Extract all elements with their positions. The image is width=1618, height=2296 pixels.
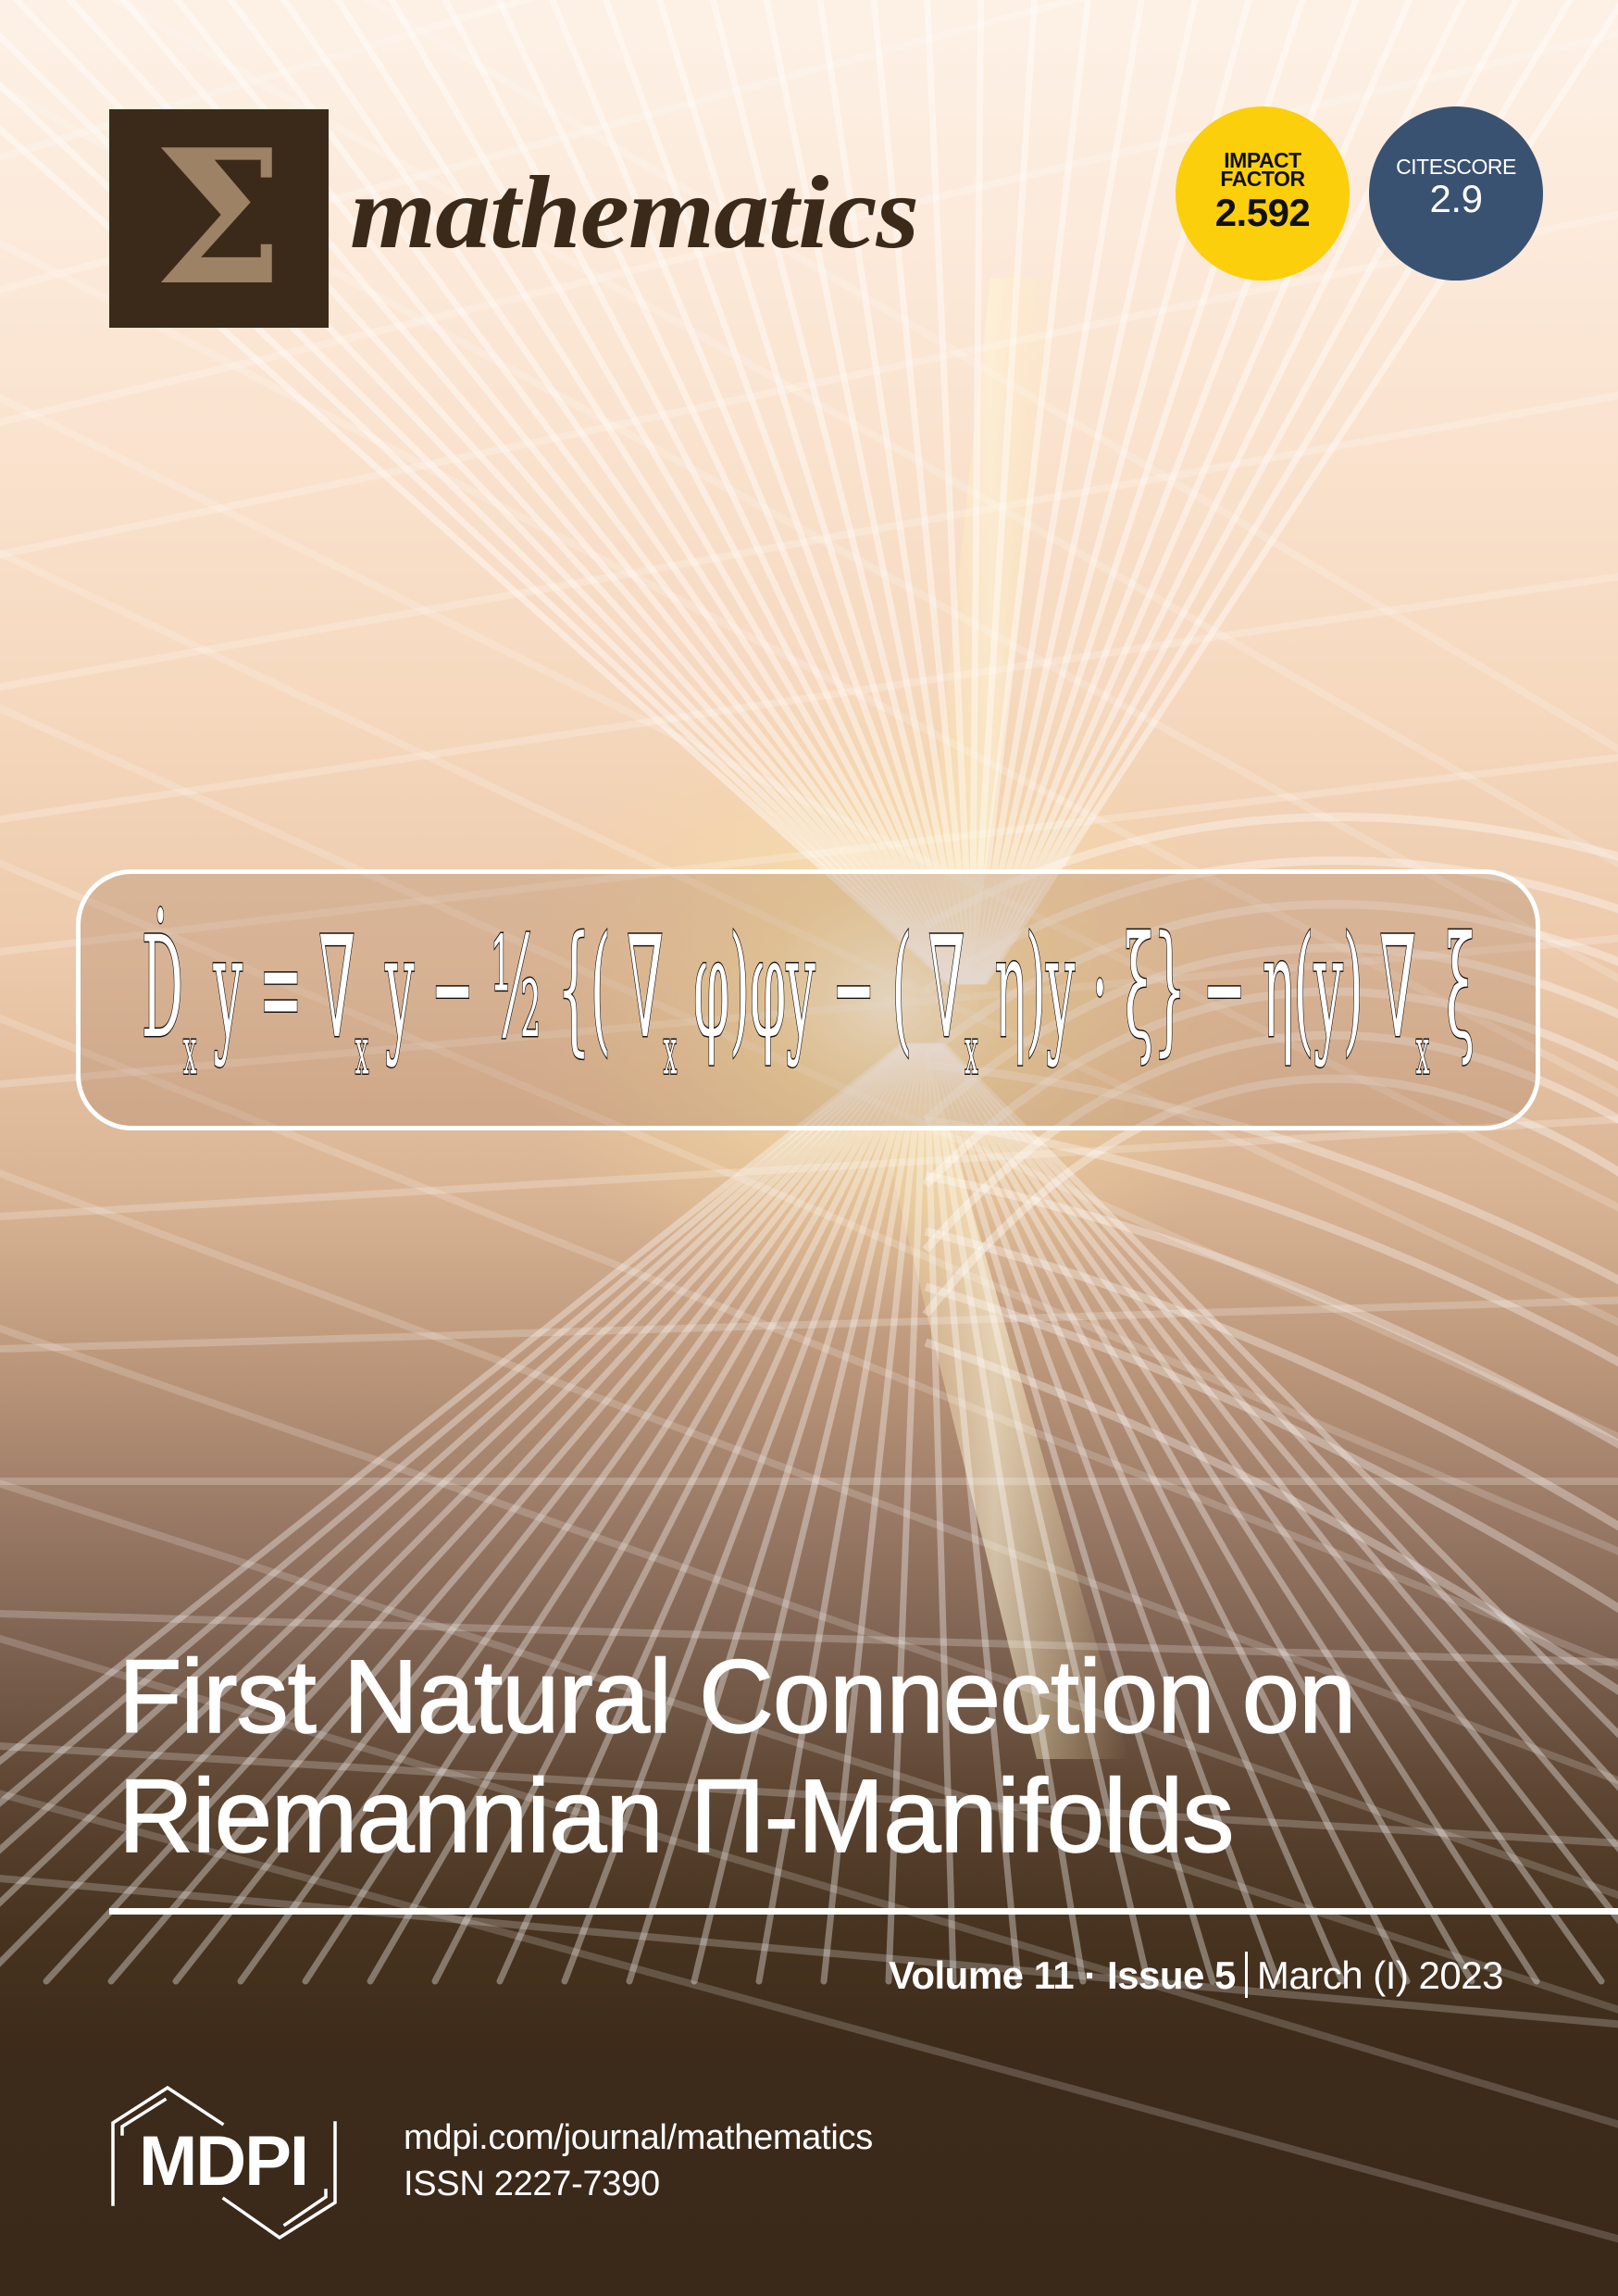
formula-glyph: − <box>815 905 876 1068</box>
formula-subscript: x <box>1416 1015 1430 1090</box>
mdpi-logo-text: MDPI <box>139 2122 309 2201</box>
article-title-line-2: Riemannian Π-Manifolds <box>118 1757 1235 1875</box>
formula-glyph: ∇ <box>303 905 355 1068</box>
formula-glyph: − <box>1186 905 1246 1068</box>
issue-info: Volume 11 · Issue 5 March (I) 2023 <box>889 1942 1504 1998</box>
formula-glyph: ∇ <box>611 905 664 1068</box>
journal-url[interactable]: mdpi.com/journal/mathematics <box>404 2115 873 2160</box>
pipe-separator <box>1244 1952 1248 1998</box>
formula-glyph: = <box>243 905 303 1068</box>
journal-logo: Σ <box>109 109 329 328</box>
formula-text: Ḋx y = ∇x y − ½ {( ∇x φ)φy − ( ∇x η)y · … <box>142 905 1475 1089</box>
divider-rule <box>109 1908 1618 1915</box>
formula-glyph: y <box>197 905 243 1068</box>
formula-glyph: ∇ <box>1363 905 1416 1068</box>
formula-glyph: {( <box>541 905 610 1068</box>
citescore-badge: CITESCORE 2.9 <box>1369 106 1543 281</box>
formula-subscript: x <box>965 1015 978 1090</box>
issue-date: March (I) 2023 <box>1256 1953 1504 1997</box>
formula-subscript: x <box>355 1015 369 1090</box>
citescore-label: CITESCORE <box>1396 155 1516 179</box>
bullet-separator: · <box>1074 1952 1107 2000</box>
impact-factor-label-2: FACTOR <box>1220 167 1305 191</box>
formula-glyph: ξ} <box>1108 905 1186 1068</box>
article-title-line-1: First Natural Connection on <box>118 1638 1357 1755</box>
string-art-line <box>334 0 963 985</box>
formula-glyph: ∇ <box>912 905 965 1068</box>
formula-glyph: y <box>368 905 415 1068</box>
article-title: First Natural Connection on Riemannian Π… <box>118 1637 1581 1876</box>
formula-glyph: η(y) <box>1246 905 1363 1068</box>
issue-label: Issue 5 <box>1106 1953 1236 1997</box>
formula-glyph: · <box>1076 905 1109 1068</box>
formula-subscript: x <box>183 1015 197 1090</box>
citescore-value: 2.9 <box>1429 177 1483 220</box>
string-art-line <box>442 0 965 985</box>
formula-glyph: − <box>415 905 475 1068</box>
formula-glyph: Ḋ <box>142 905 183 1068</box>
formula-glyph: ( <box>876 905 913 1068</box>
formula-subscript: x <box>664 1015 678 1090</box>
formula-glyph: φ)φy <box>677 905 815 1068</box>
issn: ISSN 2227-7390 <box>404 2165 660 2203</box>
formula-glyph: ξ <box>1429 905 1475 1068</box>
impact-factor-value: 2.592 <box>1214 191 1311 234</box>
impact-factor-badge: IMPACT FACTOR 2.592 <box>1176 106 1350 281</box>
volume-label: Volume 11 <box>888 1953 1075 1997</box>
bullet: · <box>1084 1953 1097 1997</box>
formula-glyph: ½ <box>474 905 541 1068</box>
sigma-icon: Σ <box>153 109 285 327</box>
formula: Ḋx y = ∇x y − ½ {( ∇x φ)φy − ( ∇x η)y · … <box>141 905 1475 1091</box>
journal-name: mathematics <box>350 156 919 270</box>
formula-glyph: η)y <box>978 905 1076 1068</box>
